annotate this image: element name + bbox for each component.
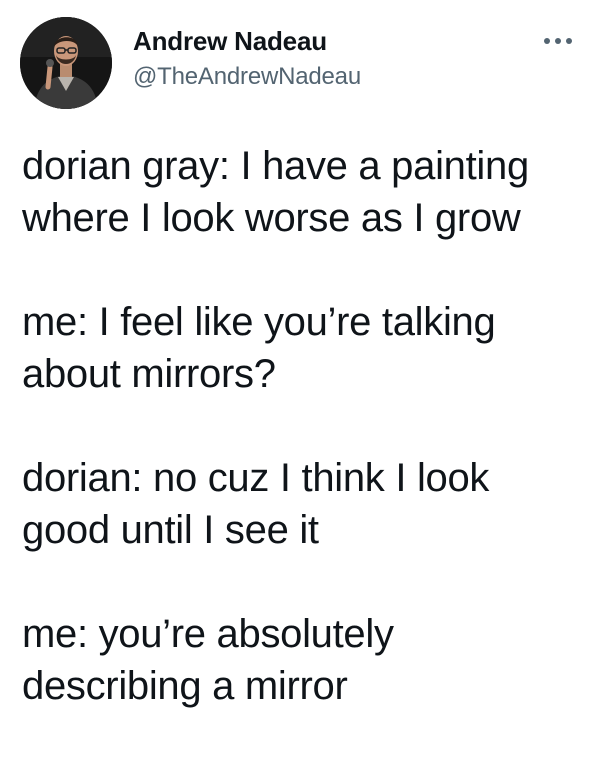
tweet-line: me: you’re absolutely [22,612,394,656]
tweet-card: Andrew Nadeau @TheAndrewNadeau dorian gr… [0,0,599,733]
more-options-button[interactable] [536,28,580,54]
dot [544,38,550,44]
tweet-line: describing a mirror [22,664,348,708]
author-name[interactable]: Andrew Nadeau [133,26,327,56]
avatar-photo-icon [20,17,112,109]
tweet-paragraph: dorian: no cuz I think I look good until… [22,452,587,556]
tweet-line: about mirrors? [22,352,276,396]
tweet-line: good until I see it [22,508,319,552]
avatar[interactable] [20,17,112,109]
tweet-paragraph: me: I feel like you’re talking about mir… [22,296,587,400]
tweet-line: dorian: no cuz I think I look [22,456,490,500]
more-options-icon [544,38,572,44]
tweet-line: where I look worse as I grow [22,196,521,240]
tweet-text: dorian gray: I have a painting where I l… [22,140,587,764]
dot [555,38,561,44]
tweet-paragraph: me: you’re absolutely describing a mirro… [22,608,587,712]
tweet-line: dorian gray: I have a painting [22,144,529,188]
tweet-paragraph: dorian gray: I have a painting where I l… [22,140,587,244]
tweet-line: me: I feel like you’re talking [22,300,496,344]
dot [566,38,572,44]
author-handle[interactable]: @TheAndrewNadeau [133,63,361,91]
